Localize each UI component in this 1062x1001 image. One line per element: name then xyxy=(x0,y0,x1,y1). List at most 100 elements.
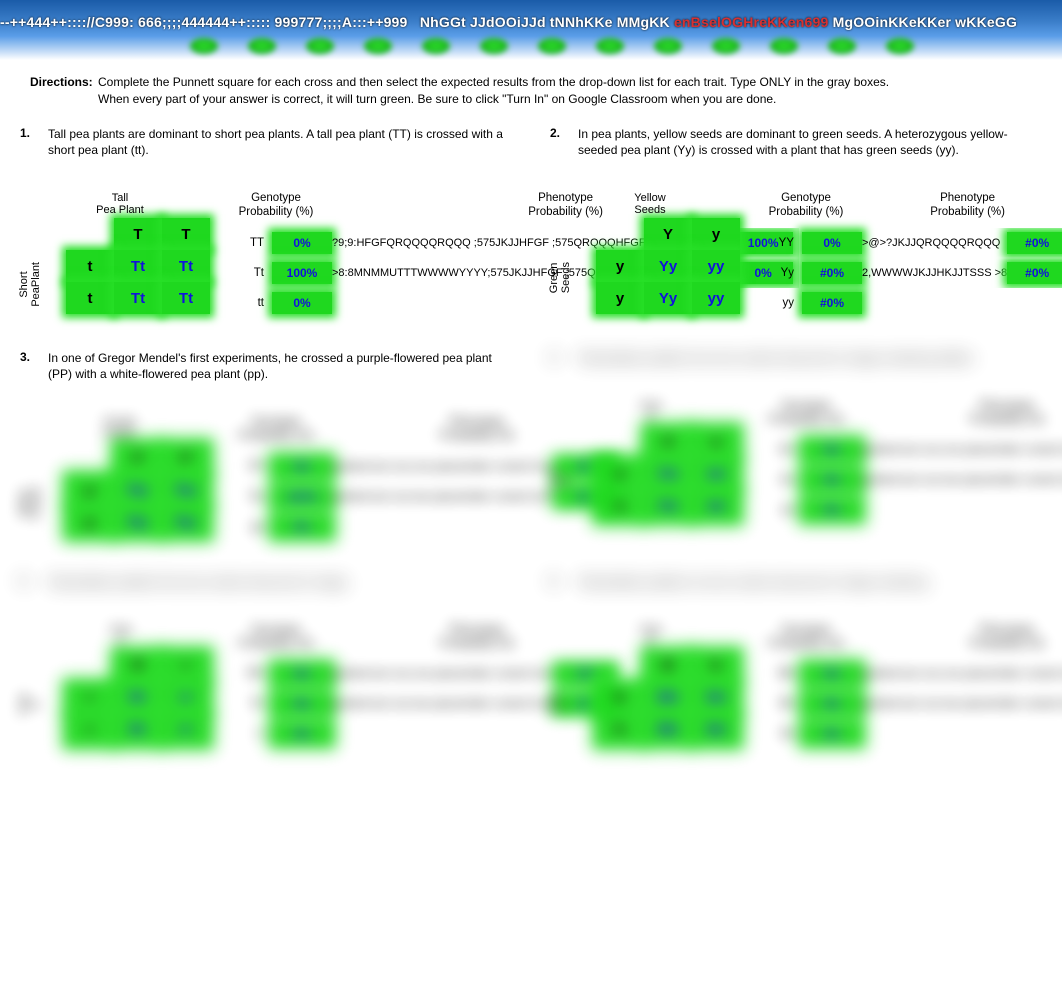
punnett-row-allele[interactable]: p xyxy=(66,506,114,538)
punnett-cell[interactable]: rr xyxy=(162,714,210,746)
punnett-cell[interactable]: Tt xyxy=(162,250,210,282)
punnett-top-label: PurpleFlower xyxy=(20,416,220,440)
punnett-cell[interactable]: bb xyxy=(692,682,740,714)
punnett-block: TallPea PlantShortPeaPlantTTtTtTttTtTt xyxy=(20,192,220,314)
genotype-percent-dropdown[interactable]: 0% xyxy=(272,292,332,314)
punnett-top-label: TallPea Plant xyxy=(20,192,220,216)
genotype-percent-dropdown[interactable]: 0% xyxy=(272,693,332,715)
phenotype-column: PhenotypeProbability (%)>@>?JKJJQRQQQQRQ… xyxy=(862,192,1062,318)
punnett-square: TTtTtTttTtTt xyxy=(66,218,210,314)
problem-number: 6. xyxy=(550,574,578,590)
punnett-col-allele[interactable]: a xyxy=(692,426,740,458)
genotype-percent-dropdown[interactable]: 0% xyxy=(272,663,332,685)
punnett-col-allele[interactable]: T xyxy=(114,218,162,250)
punnett-row-allele[interactable]: r xyxy=(66,714,114,746)
punnett-cell[interactable]: aa xyxy=(692,490,740,522)
genotype-column: GenotypeProbability (%)TT0%Tt100%tt0% xyxy=(220,192,332,318)
genotype-percent-dropdown[interactable]: 0% xyxy=(802,663,862,685)
genotype-row: aa0% xyxy=(750,495,862,525)
genotype-percent-dropdown[interactable]: 0% xyxy=(272,232,332,254)
punnett-col-allele[interactable]: b xyxy=(692,650,740,682)
punnett-col-allele[interactable]: B xyxy=(644,650,692,682)
genotype-label: Aa xyxy=(750,474,800,486)
problem-4: 4.Placeholder problem four text content … xyxy=(530,338,1060,562)
genotype-label: Yy xyxy=(750,267,800,279)
genotype-row: Aa0% xyxy=(750,465,862,495)
punnett-row-allele[interactable]: t xyxy=(66,250,114,282)
genotype-label: bb xyxy=(750,728,800,740)
work-area: TallPea PlantShortPeaPlantTTtTtTttTtTtGe… xyxy=(20,192,524,318)
punnett-row-allele[interactable]: a xyxy=(596,458,644,490)
genotype-percent-dropdown[interactable]: 100% xyxy=(272,262,332,284)
genotype-percent-dropdown[interactable]: #0% xyxy=(802,262,862,284)
punnett-cell[interactable]: Pp xyxy=(114,506,162,538)
genotype-row: Tt100% xyxy=(220,258,332,288)
phenotype-percent-dropdown[interactable]: #0% xyxy=(1007,232,1062,254)
punnett-cell[interactable]: Pp xyxy=(114,474,162,506)
punnett-cell[interactable]: Rr xyxy=(114,682,162,714)
punnett-col-allele[interactable]: A xyxy=(644,426,692,458)
punnett-side-label: WhiteFlower xyxy=(18,486,42,519)
genotype-percent-dropdown[interactable]: 0% xyxy=(272,516,332,538)
punnett-cell[interactable]: Pp xyxy=(162,474,210,506)
genotype-percent-dropdown[interactable]: 0% xyxy=(802,469,862,491)
genotype-label: Bb xyxy=(750,698,800,710)
punnett-square: AaaAaaaaAaaa xyxy=(596,426,740,522)
punnett-cell[interactable]: bb xyxy=(692,714,740,746)
punnett-top-label: TraitC xyxy=(20,624,220,648)
punnett-col-allele[interactable]: T xyxy=(162,218,210,250)
work-area: TraitETraitFBbbBbbbbBbbbGenotypeProbabil… xyxy=(550,624,1054,750)
punnett-row-allele[interactable]: b xyxy=(596,682,644,714)
punnett-cell[interactable]: yy xyxy=(692,250,740,282)
punnett-row-allele[interactable]: b xyxy=(596,714,644,746)
phenotype-row: garbled text row one placeholder content… xyxy=(862,659,1062,689)
punnett-col-allele[interactable]: P xyxy=(114,442,162,474)
punnett-row-allele[interactable]: y xyxy=(596,250,644,282)
punnett-cell[interactable]: Bb xyxy=(644,682,692,714)
punnett-row-allele[interactable]: p xyxy=(66,474,114,506)
genotype-column: GenotypeProbability (%)RR0%Rr0%rr0% xyxy=(220,624,332,750)
genotype-label: pp xyxy=(220,521,270,533)
punnett-cell[interactable]: yy xyxy=(692,282,740,314)
phenotype-percent-dropdown[interactable]: #0% xyxy=(1007,262,1062,284)
punnett-side-label: ShortPeaPlant xyxy=(18,262,42,307)
punnett-cell[interactable]: Tt xyxy=(114,282,162,314)
punnett-block: TraitETraitFBbbBbbbbBbbb xyxy=(550,624,750,746)
punnett-cell[interactable]: Rr xyxy=(114,714,162,746)
genotype-percent-dropdown[interactable]: 0% xyxy=(802,723,862,745)
punnett-cell[interactable]: Aa xyxy=(644,458,692,490)
genotype-percent-dropdown[interactable]: 0% xyxy=(272,456,332,478)
probability-tables: GenotypeProbability (%)BB0%Bb0%bb0%Pheno… xyxy=(750,624,1062,750)
punnett-row-allele[interactable]: a xyxy=(596,490,644,522)
punnett-cell[interactable]: rr xyxy=(162,682,210,714)
phenotype-label-garbled: garbled text row one placeholder content… xyxy=(862,668,1062,680)
punnett-cell[interactable]: Tt xyxy=(114,250,162,282)
genotype-percent-dropdown[interactable]: #0% xyxy=(802,292,862,314)
punnett-col-allele[interactable]: y xyxy=(692,218,740,250)
phenotype-label-garbled: garbled text row two placeholder content… xyxy=(862,474,1062,486)
phenotype-label-garbled: garbled text row one placeholder content… xyxy=(862,444,1062,456)
punnett-col-allele[interactable]: r xyxy=(162,650,210,682)
punnett-row-allele[interactable]: t xyxy=(66,282,114,314)
genotype-percent-dropdown[interactable]: 0% xyxy=(802,693,862,715)
genotype-percent-dropdown[interactable]: 0% xyxy=(802,439,862,461)
punnett-row-allele[interactable]: r xyxy=(66,682,114,714)
punnett-cell[interactable]: Aa xyxy=(644,490,692,522)
genotype-percent-dropdown[interactable]: 0% xyxy=(272,723,332,745)
punnett-cell[interactable]: Yy xyxy=(644,250,692,282)
punnett-cell[interactable]: Pp xyxy=(162,506,210,538)
genotype-percent-dropdown[interactable]: 100% xyxy=(272,486,332,508)
punnett-col-allele[interactable]: Y xyxy=(644,218,692,250)
punnett-col-allele[interactable]: R xyxy=(114,650,162,682)
punnett-col-allele[interactable]: P xyxy=(162,442,210,474)
genotype-row: pp0% xyxy=(220,512,332,542)
genotype-percent-dropdown[interactable]: 0% xyxy=(802,232,862,254)
genotype-percent-dropdown[interactable]: 0% xyxy=(802,499,862,521)
punnett-row-allele[interactable]: y xyxy=(596,282,644,314)
punnett-cell[interactable]: Yy xyxy=(644,282,692,314)
genotype-label: Tt xyxy=(220,267,270,279)
punnett-cell[interactable]: aa xyxy=(692,458,740,490)
genotype-label: yy xyxy=(750,297,800,309)
punnett-cell[interactable]: Bb xyxy=(644,714,692,746)
punnett-cell[interactable]: Tt xyxy=(162,282,210,314)
